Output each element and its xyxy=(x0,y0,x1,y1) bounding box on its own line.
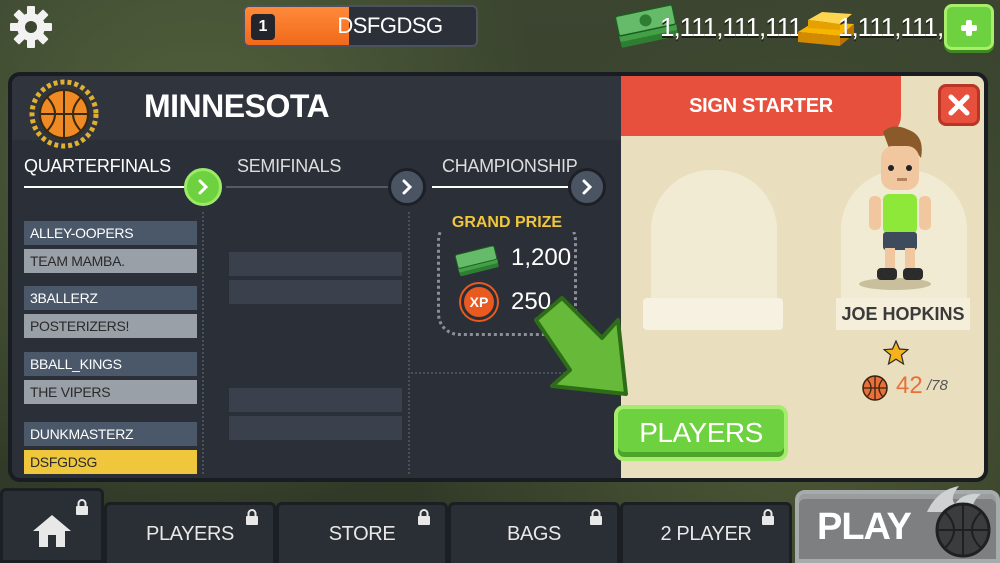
semifinals-next-button[interactable] xyxy=(388,168,426,206)
player-rating-max: /78 xyxy=(927,377,948,394)
bracket-section: MINNESOTA QUARTERFINALS SEMIFINALS CHAMP… xyxy=(12,76,621,478)
top-bar: 1 DSFGDSG 1,111,111,111 1,111,111,1 xyxy=(0,0,1000,56)
team-row[interactable]: THE VIPERS xyxy=(24,380,197,404)
trophy-badge-icon xyxy=(29,79,99,149)
tutorial-arrow-icon xyxy=(534,296,628,396)
player-name: JOE HOPKINS xyxy=(836,298,970,330)
nav-players-button[interactable]: PLAYERS xyxy=(104,502,276,563)
chevron-right-icon xyxy=(582,179,593,195)
cash-amount: 1,111,111,111 xyxy=(660,12,803,42)
play-button-label: PLAY xyxy=(817,506,912,548)
semifinal-slot xyxy=(229,388,402,412)
nav-bags-button[interactable]: BAGS xyxy=(448,502,620,563)
grand-prize-title: GRAND PRIZE xyxy=(437,214,577,232)
player-rating: 42 xyxy=(896,372,923,399)
team-row[interactable]: ALLEY-OOPERS xyxy=(24,221,197,245)
round-label-championship: CHAMPIONSHIP xyxy=(442,156,578,176)
xp-icon: XP xyxy=(461,284,497,320)
semifinal-slot xyxy=(229,252,402,276)
bracket-divider xyxy=(202,212,204,474)
play-button[interactable]: PLAY xyxy=(795,486,1000,563)
basketball-icon xyxy=(862,375,888,401)
star-icon xyxy=(883,340,909,366)
quarterfinals-next-button[interactable] xyxy=(184,168,222,206)
round-progress-line xyxy=(432,186,572,188)
nav-store-label: STORE xyxy=(328,523,396,545)
lock-icon xyxy=(246,509,258,525)
team-row[interactable]: BBALL_KINGS xyxy=(24,352,197,376)
team-row-you[interactable]: DSFGDSG xyxy=(24,450,197,474)
championship-next-button[interactable] xyxy=(568,168,606,206)
team-row[interactable]: TEAM MAMBA. xyxy=(24,249,197,273)
close-button[interactable] xyxy=(938,84,980,126)
lock-icon xyxy=(76,499,88,515)
home-button[interactable] xyxy=(0,488,104,563)
bracket-divider xyxy=(408,212,410,474)
round-label-quarterfinals: QUARTERFINALS xyxy=(24,156,171,176)
flaming-basketball-icon xyxy=(927,486,991,558)
team-row[interactable]: 3BALLERZ xyxy=(24,286,197,310)
team-header: MINNESOTA xyxy=(12,76,621,149)
cash-icon xyxy=(454,246,499,276)
player-name-label: DSFGDSG xyxy=(337,13,443,38)
semifinal-slot xyxy=(229,416,402,440)
round-progress-line xyxy=(226,186,390,188)
round-label-semifinals: SEMIFINALS xyxy=(237,156,342,176)
level-number: 1 xyxy=(251,14,275,40)
empty-slot-base xyxy=(643,298,783,330)
gear-icon[interactable] xyxy=(8,4,54,50)
chevron-right-icon xyxy=(198,179,209,195)
nav-players-label: PLAYERS xyxy=(146,523,234,545)
chevron-right-icon xyxy=(402,179,413,195)
empty-player-slot[interactable] xyxy=(651,170,777,304)
lock-icon xyxy=(762,509,774,525)
add-currency-button[interactable] xyxy=(944,4,994,50)
lock-icon xyxy=(590,509,602,525)
team-row[interactable]: DUNKMASTERZ xyxy=(24,422,197,446)
players-button[interactable]: PLAYERS xyxy=(614,405,788,461)
nav-2player-button[interactable]: 2 PLAYER xyxy=(620,502,792,563)
close-icon xyxy=(948,94,970,116)
players-button-label: PLAYERS xyxy=(639,417,763,448)
team-row[interactable]: POSTERIZERS! xyxy=(24,314,197,338)
bottom-nav: PLAYERS STORE BAGS 2 PLAYER PLAY xyxy=(0,486,1000,563)
team-name-title: MINNESOTA xyxy=(144,88,330,124)
nav-bags-label: BAGS xyxy=(507,523,561,545)
nav-store-button[interactable]: STORE xyxy=(276,502,448,563)
home-icon xyxy=(33,515,71,547)
semifinal-slot xyxy=(229,280,402,304)
tournament-panel: MINNESOTA QUARTERFINALS SEMIFINALS CHAMP… xyxy=(8,72,988,482)
round-progress-line xyxy=(24,186,192,188)
grand-prize-cash: 1,200 xyxy=(511,244,572,271)
player-avatar xyxy=(859,126,931,290)
nav-2player-label: 2 PLAYER xyxy=(660,523,752,545)
gold-amount: 1,111,111,1 xyxy=(838,12,958,42)
lock-icon xyxy=(418,509,430,525)
level-progress-bar: 1 DSFGDSG xyxy=(243,5,478,47)
